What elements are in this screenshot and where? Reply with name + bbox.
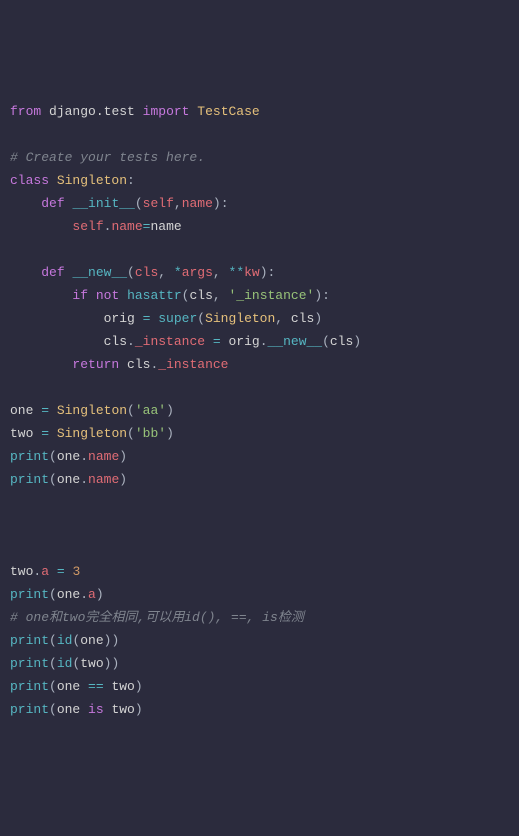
code-line: return cls._instance [10, 353, 509, 376]
code-line: from django.test import TestCase [10, 100, 509, 123]
code-line: print(id(two)) [10, 652, 509, 675]
code-line [10, 238, 509, 261]
code-line: print(one == two) [10, 675, 509, 698]
code-line: self.name=name [10, 215, 509, 238]
code-line [10, 123, 509, 146]
code-line: two = Singleton('bb') [10, 422, 509, 445]
code-line: # Create your tests here. [10, 146, 509, 169]
code-line: print(one.name) [10, 468, 509, 491]
code-line [10, 376, 509, 399]
code-line: print(id(one)) [10, 629, 509, 652]
code-line: def __init__(self,name): [10, 192, 509, 215]
code-line: cls._instance = orig.__new__(cls) [10, 330, 509, 353]
code-line: class Singleton: [10, 169, 509, 192]
code-line [10, 537, 509, 560]
code-line: one = Singleton('aa') [10, 399, 509, 422]
code-editor[interactable]: from django.test import TestCase # Create… [10, 100, 509, 721]
code-line: orig = super(Singleton, cls) [10, 307, 509, 330]
code-line: print(one is two) [10, 698, 509, 721]
code-line: two.a = 3 [10, 560, 509, 583]
code-line: print(one.name) [10, 445, 509, 468]
code-line: def __new__(cls, *args, **kw): [10, 261, 509, 284]
code-line [10, 491, 509, 514]
code-line: if not hasattr(cls, '_instance'): [10, 284, 509, 307]
code-line: # one和two完全相同,可以用id(), ==, is检测 [10, 606, 509, 629]
code-line [10, 514, 509, 537]
